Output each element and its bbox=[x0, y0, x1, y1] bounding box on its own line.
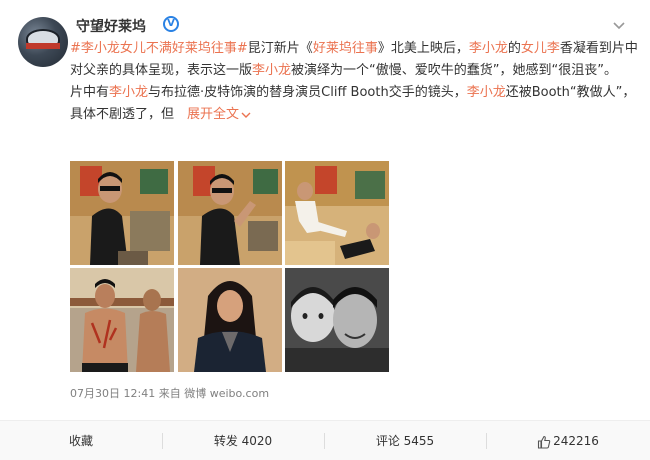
action-bar: 收藏 转发 4020 评论 5455 242216 bbox=[0, 420, 650, 460]
post-text: 的 bbox=[507, 41, 521, 56]
post-text: 》北美上映后， bbox=[377, 41, 469, 56]
expand-chevron-icon bbox=[241, 112, 251, 118]
source-prefix: 来自 bbox=[158, 387, 181, 400]
thumbs-up-icon bbox=[538, 435, 551, 449]
chevron-down-icon[interactable] bbox=[612, 18, 626, 32]
expand-label: 展开全文 bbox=[187, 107, 240, 122]
favorite-label: 收藏 bbox=[68, 434, 93, 448]
post-photo-1[interactable] bbox=[70, 161, 174, 265]
comment-button[interactable]: 评论 5455 bbox=[324, 421, 486, 460]
post-text: 被演绎为一个“傲慢、爱吹牛的蠢货”，她感到“很沮丧”。 bbox=[291, 63, 617, 78]
repost-button[interactable]: 转发 4020 bbox=[162, 421, 324, 460]
comment-label: 评论 5455 bbox=[375, 434, 435, 448]
post-photo-6[interactable] bbox=[285, 268, 389, 372]
post-text: 片中有 bbox=[70, 85, 110, 100]
post-paragraph-1: #李小龙女儿不满好莱坞往事#昆汀新片《好莱坞往事》北美上映后，李小龙的女儿李香凝… bbox=[70, 38, 638, 82]
post-timestamp[interactable]: 07月30日 12:41 bbox=[70, 387, 155, 400]
post-photo-5[interactable] bbox=[178, 268, 282, 372]
hashtag-link[interactable]: #李小龙女儿不满好莱坞往事# bbox=[70, 41, 248, 56]
weibo-post-card: 守望好莱坞 V #李小龙女儿不满好莱坞往事#昆汀新片《好莱坞往事》北美上映后，李… bbox=[0, 0, 650, 460]
account-name[interactable]: 守望好莱坞 bbox=[76, 16, 146, 36]
film-link[interactable]: 好莱坞往事 bbox=[313, 41, 378, 56]
post-photo-3[interactable] bbox=[285, 161, 389, 265]
person-link[interactable]: 李小龙 bbox=[467, 85, 506, 100]
post-photo-4[interactable] bbox=[70, 268, 174, 372]
favorite-button[interactable]: 收藏 bbox=[0, 421, 162, 460]
person-link[interactable]: 李小龙 bbox=[109, 85, 148, 100]
source-link[interactable]: 微博 weibo.com bbox=[184, 387, 269, 400]
repost-label: 转发 4020 bbox=[213, 434, 273, 448]
post-text: 与布拉德·皮特饰演的替身演员Cliff Booth交手的镜头， bbox=[148, 85, 467, 100]
post-text: 昆汀新片《 bbox=[247, 41, 313, 56]
person-link[interactable]: 李小龙 bbox=[252, 63, 291, 78]
avatar-band-graphic bbox=[26, 43, 60, 49]
like-button[interactable]: 242216 bbox=[486, 421, 650, 460]
post-meta: 07月30日 12:41 来自 微博 weibo.com bbox=[70, 385, 269, 401]
like-count: 242216 bbox=[553, 434, 599, 448]
post-paragraph-2: 片中有李小龙与布拉德·皮特饰演的替身演员Cliff Booth交手的镜头，李小龙… bbox=[70, 82, 638, 126]
verified-badge-icon: V bbox=[163, 16, 179, 32]
expand-full-text-link[interactable]: 展开全文 bbox=[187, 107, 251, 122]
avatar[interactable] bbox=[18, 17, 68, 67]
person-link[interactable]: 女儿李 bbox=[521, 41, 560, 56]
post-body: #李小龙女儿不满好莱坞往事#昆汀新片《好莱坞往事》北美上映后，李小龙的女儿李香凝… bbox=[70, 38, 638, 126]
post-photo-2[interactable] bbox=[178, 161, 282, 265]
person-link[interactable]: 李小龙 bbox=[469, 41, 508, 56]
